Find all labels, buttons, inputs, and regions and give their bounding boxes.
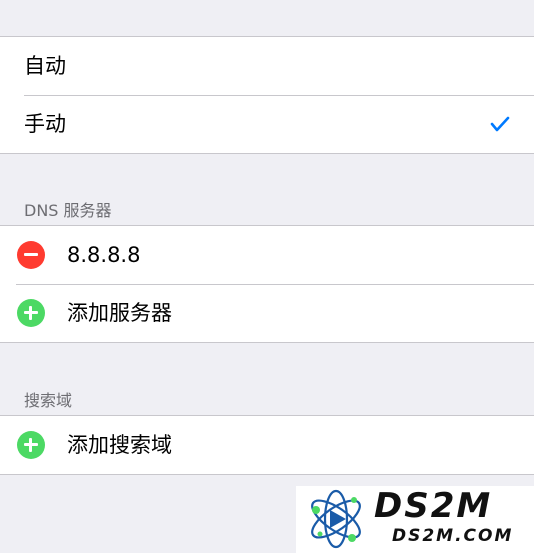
dns-mode-group: 自动 手动 <box>0 36 534 154</box>
mode-option-manual-label: 手动 <box>24 111 66 136</box>
search-domains-group: 添加搜索域 <box>0 415 534 475</box>
watermark-subtitle: DS2M.COM <box>392 526 514 546</box>
dns-servers-group: 8.8.8.8 添加服务器 <box>0 225 534 343</box>
add-server-row[interactable]: 添加服务器 <box>0 284 534 342</box>
mode-option-manual[interactable]: 手动 <box>0 95 534 153</box>
dns-settings-screen: { "mode": { "automatic_label": "自动", "ma… <box>0 0 534 553</box>
add-search-domain-row[interactable]: 添加搜索域 <box>0 416 534 474</box>
dns-server-address[interactable]: 8.8.8.8 <box>67 244 140 266</box>
mode-option-automatic[interactable]: 自动 <box>0 37 534 95</box>
watermark: DS2M DS2M.COM <box>296 486 534 553</box>
plus-circle-icon[interactable] <box>17 299 45 327</box>
add-search-domain-label: 添加搜索域 <box>67 432 172 457</box>
plus-circle-icon[interactable] <box>17 431 45 459</box>
mode-option-automatic-label: 自动 <box>24 53 66 78</box>
minus-circle-icon[interactable] <box>17 241 45 269</box>
atom-logo-icon <box>311 489 361 549</box>
watermark-title: DS2M <box>374 486 493 526</box>
add-server-label: 添加服务器 <box>67 300 172 325</box>
dns-section-header: DNS 服务器 <box>24 201 112 220</box>
dns-server-row[interactable]: 8.8.8.8 <box>0 226 534 284</box>
checkmark-icon <box>490 116 510 132</box>
search-domains-section-header: 搜索域 <box>24 391 73 410</box>
